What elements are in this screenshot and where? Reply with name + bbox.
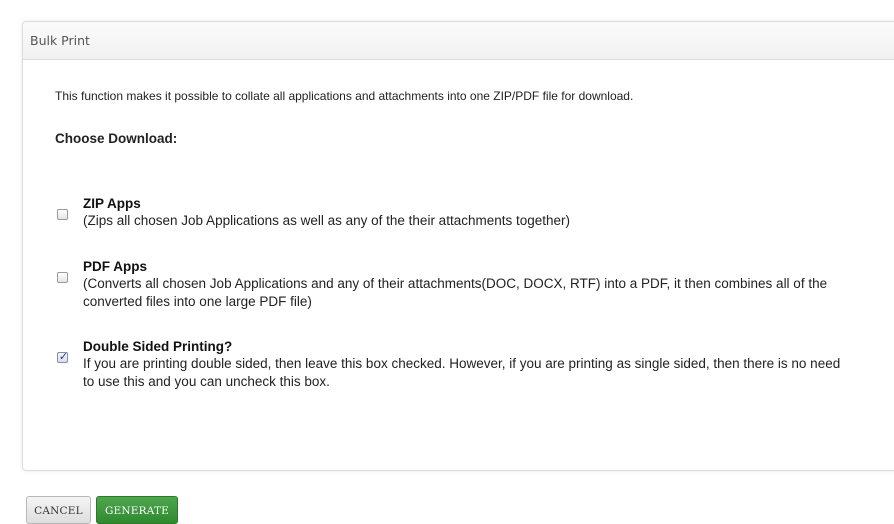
generate-button[interactable]: GENERATE: [96, 496, 178, 524]
zip-apps-title: ZIP Apps: [83, 196, 141, 211]
pdf-apps-checkbox[interactable]: [57, 272, 68, 283]
zip-apps-checkbox[interactable]: [57, 209, 68, 220]
double-sided-description: If you are printing double sided, then l…: [83, 356, 841, 389]
double-sided-checkbox[interactable]: ✓: [57, 350, 69, 363]
pdf-apps-description: (Converts all chosen Job Applications an…: [83, 276, 828, 309]
zip-apps-text: ZIP Apps (Zips all chosen Job Applicatio…: [83, 196, 843, 230]
checkmark-icon: ✓: [58, 350, 69, 363]
zip-apps-description: (Zips all chosen Job Applications as wel…: [83, 213, 571, 228]
panel-title: Bulk Print: [30, 33, 90, 48]
page: Bulk Print This function makes it possib…: [0, 0, 894, 524]
cancel-button[interactable]: CANCEL: [26, 496, 91, 524]
double-sided-text: Double Sided Printing? If you are printi…: [83, 339, 843, 391]
pdf-apps-text: PDF Apps (Converts all chosen Job Applic…: [83, 259, 843, 311]
double-sided-title: Double Sided Printing?: [83, 339, 233, 354]
panel-header: Bulk Print: [23, 22, 894, 60]
intro-text: This function makes it possible to colla…: [55, 89, 634, 103]
choose-download-label: Choose Download:: [55, 131, 178, 146]
pdf-apps-title: PDF Apps: [83, 259, 147, 274]
